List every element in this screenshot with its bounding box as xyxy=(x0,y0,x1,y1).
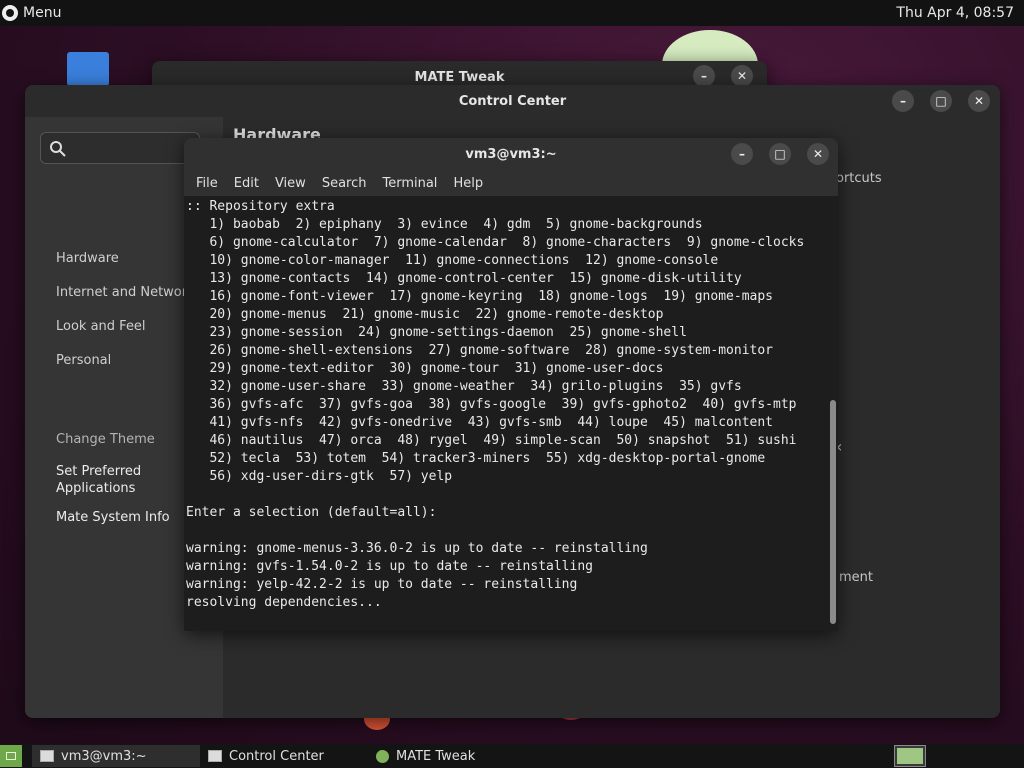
terminal-window[interactable]: vm3@vm3:~ – □ ✕ File Edit View Search Te… xyxy=(184,138,838,631)
close-button[interactable]: ✕ xyxy=(968,90,990,112)
desktop-folder-icon[interactable] xyxy=(67,52,109,86)
clock[interactable]: Thu Apr 4, 08:57 xyxy=(896,5,1018,21)
terminal-titlebar[interactable]: vm3@vm3:~ – □ ✕ xyxy=(184,138,838,170)
terminal-menubar: File Edit View Search Terminal Help xyxy=(184,170,838,196)
minimize-button[interactable]: – xyxy=(693,65,715,87)
menu-edit[interactable]: Edit xyxy=(226,176,267,191)
window-title: Control Center xyxy=(458,93,567,109)
taskbar-item-label: MATE Tweak xyxy=(396,748,476,764)
menu-search[interactable]: Search xyxy=(314,176,375,191)
show-desktop-button[interactable] xyxy=(0,745,22,767)
maximize-button[interactable]: □ xyxy=(930,90,952,112)
maximize-button[interactable]: □ xyxy=(769,143,791,165)
menu-terminal[interactable]: Terminal xyxy=(374,176,445,191)
scrollbar-thumb[interactable] xyxy=(830,400,836,624)
top-panel: Menu Thu Apr 4, 08:57 xyxy=(0,0,1024,26)
minimize-button[interactable]: – xyxy=(731,143,753,165)
control-center-icon xyxy=(208,750,222,762)
search-input[interactable] xyxy=(40,132,200,164)
close-button[interactable]: ✕ xyxy=(807,143,829,165)
workspace-switcher[interactable] xyxy=(894,745,926,767)
minimize-button[interactable]: – xyxy=(892,90,914,112)
close-button[interactable]: ✕ xyxy=(731,65,753,87)
taskbar-item-terminal[interactable]: vm3@vm3:~ xyxy=(32,745,200,767)
taskbar-item-label: Control Center xyxy=(229,748,324,764)
terminal-icon xyxy=(40,750,54,762)
mate-tweak-icon xyxy=(376,749,389,763)
search-icon xyxy=(50,141,66,157)
terminal-text: :: Repository extra 1) baobab 2) epiphan… xyxy=(186,199,805,610)
item-label-fragment[interactable]: ortcuts xyxy=(836,171,882,186)
menu-button[interactable]: Menu xyxy=(2,5,61,21)
window-title: vm3@vm3:~ xyxy=(465,146,557,162)
terminal-output[interactable]: :: Repository extra 1) baobab 2) epiphan… xyxy=(184,196,828,631)
bottom-panel: vm3@vm3:~ Control Center MATE Tweak xyxy=(0,744,1024,768)
taskbar-item-label: vm3@vm3:~ xyxy=(61,748,147,764)
control-center-titlebar[interactable]: Control Center – □ ✕ xyxy=(25,85,1000,117)
menu-help[interactable]: Help xyxy=(445,176,491,191)
menu-label: Menu xyxy=(23,5,62,21)
mate-logo-icon xyxy=(2,5,18,21)
window-title: MATE Tweak xyxy=(414,69,505,85)
taskbar-item-mate-tweak[interactable]: MATE Tweak xyxy=(368,745,536,767)
taskbar-item-control-center[interactable]: Control Center xyxy=(200,745,368,767)
menu-view[interactable]: View xyxy=(267,176,314,191)
item-label-fragment[interactable]: ment xyxy=(839,570,873,585)
sidebar-item-set-preferred-applications[interactable]: Set Preferred Applications xyxy=(56,463,156,497)
menu-file[interactable]: File xyxy=(188,176,226,191)
